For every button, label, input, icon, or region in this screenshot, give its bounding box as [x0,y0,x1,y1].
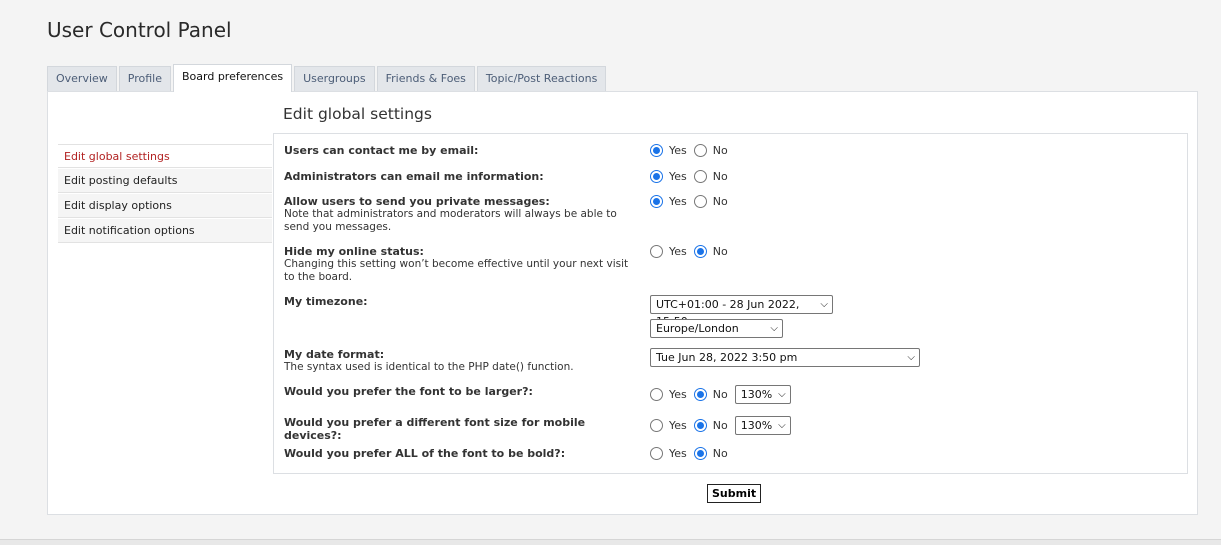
tab-board-preferences[interactable]: Board preferences [173,64,293,92]
setting-description: Note that administrators and moderators … [284,208,617,233]
radio-label-no: No [712,419,728,432]
radio-label-yes: Yes [669,388,687,401]
font-mobile-size-select[interactable]: 130% ⌵ [734,416,791,435]
submit-button[interactable]: Submit [707,484,762,503]
sidebar-menu: Edit global settings Edit posting defaul… [58,144,272,244]
radio-label-yes: Yes [669,195,687,208]
setting-label: Would you prefer the font to be larger?: [284,385,533,398]
radio-label-no: No [712,170,728,183]
private-messages-yes-radio[interactable] [650,195,663,208]
setting-description: Changing this setting won’t become effec… [284,258,629,283]
chevron-down-icon: ⌵ [778,420,786,431]
date-format-select[interactable]: Tue Jun 28, 2022 3:50 pm ⌵ [650,348,920,367]
sidebar-item-edit-posting-defaults[interactable]: Edit posting defaults [58,169,272,193]
chevron-down-icon: ⌵ [907,352,915,363]
font-larger-no-radio[interactable] [693,388,707,401]
setting-label: Would you prefer ALL of the font to be b… [284,447,566,460]
settings-form: Users can contact me by email: Yes No Ad… [273,133,1188,474]
setting-label: Administrators can email me information: [284,170,544,183]
font-mobile-no-radio[interactable] [693,419,707,432]
admin-email-yes-radio[interactable] [650,170,663,183]
radio-label-no: No [712,245,728,258]
radio-label-yes: Yes [669,170,687,183]
tab-profile[interactable]: Profile [118,66,171,91]
radio-label-yes: Yes [669,144,687,157]
setting-description: The syntax used is identical to the PHP … [284,361,574,373]
sidebar-item-edit-display-options[interactable]: Edit display options [58,194,272,218]
font-mobile-yes-radio[interactable] [650,419,663,432]
sidebar-item-edit-notification-options[interactable]: Edit notification options [58,219,272,243]
radio-label-yes: Yes [669,447,687,460]
hide-online-no-radio[interactable] [693,245,707,258]
radio-label-no: No [712,144,728,157]
main-panel: Edit global settings Edit posting defaul… [47,91,1198,515]
contact-email-no-radio[interactable] [693,144,707,157]
setting-label: Allow users to send you private messages… [284,195,550,208]
select-value: Europe/London [656,322,739,335]
select-value: 130% [740,419,773,432]
setting-label: Would you prefer a different font size f… [284,416,586,442]
setting-label: My timezone: [284,295,368,308]
chevron-down-icon: ⌵ [778,389,786,400]
tab-usergroups[interactable]: Usergroups [294,66,375,91]
hide-online-yes-radio[interactable] [650,245,663,258]
timezone-offset-select[interactable]: UTC+01:00 - 28 Jun 2022, 15:50 ⌵ [650,295,833,328]
section-title: Edit global settings [283,105,432,123]
contact-email-yes-radio[interactable] [650,144,663,157]
chevron-down-icon: ⌵ [820,299,828,310]
private-messages-no-radio[interactable] [693,195,707,208]
font-larger-yes-radio[interactable] [650,388,663,401]
bottom-bar [0,539,1221,545]
setting-label: My date format: [284,348,385,361]
admin-email-no-radio[interactable] [693,170,707,183]
radio-label-no: No [712,447,728,460]
chevron-down-icon: ⌵ [770,323,778,334]
radio-label-no: No [712,195,728,208]
font-bold-no-radio[interactable] [693,447,707,460]
tab-overview[interactable]: Overview [47,66,117,91]
timezone-zone-select[interactable]: Europe/London ⌵ [650,319,783,338]
radio-label-yes: Yes [669,419,687,432]
select-value: 130% [740,388,773,401]
sidebar-item-edit-global-settings[interactable]: Edit global settings [58,144,272,168]
font-bold-yes-radio[interactable] [650,447,663,460]
tab-friends-foes[interactable]: Friends & Foes [376,66,475,91]
setting-label: Hide my online status: [284,245,424,258]
tab-topic-post-reactions[interactable]: Topic/Post Reactions [476,66,607,91]
select-value: Tue Jun 28, 2022 3:50 pm [656,351,798,364]
radio-label-no: No [712,388,728,401]
font-larger-size-select[interactable]: 130% ⌵ [734,385,791,404]
page-title: User Control Panel [47,18,232,42]
tab-bar: Overview Profile Board preferences Userg… [47,64,608,92]
setting-label: Users can contact me by email: [284,144,479,157]
radio-label-yes: Yes [669,245,687,258]
